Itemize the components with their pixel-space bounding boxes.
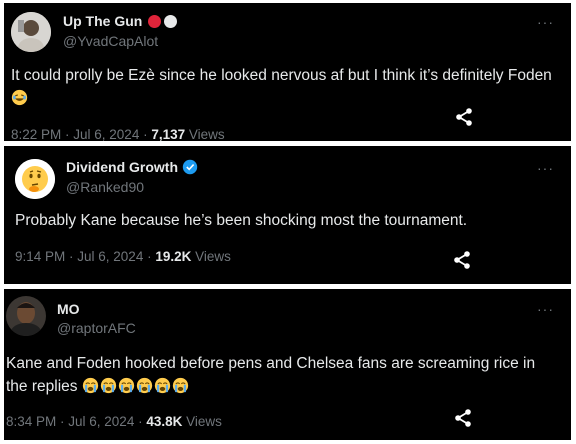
display-name[interactable]: MO: [57, 301, 80, 317]
view-count: 19.2K: [155, 249, 192, 264]
tweet-text: Probably Kane because he’s been shocking…: [15, 212, 468, 229]
views-label: Views: [188, 127, 225, 141]
views-label: Views: [195, 249, 231, 264]
avatar[interactable]: [6, 296, 46, 336]
laughing-emoji-icon: [11, 89, 28, 106]
tweet-card-3[interactable]: MO @raptorAFC ··· Kane and Foden hooked …: [4, 289, 571, 440]
timestamp[interactable]: 8:34 PM · Jul 6, 2024: [6, 414, 134, 429]
tweet-card-2[interactable]: Dividend Growth @Ranked90 ··· Probably K…: [4, 146, 571, 284]
more-options-icon[interactable]: ···: [537, 302, 554, 316]
loudly-crying-emoji-icon: [172, 377, 188, 394]
red-circle-emoji: [148, 14, 162, 28]
loudly-crying-emoji-icon: [118, 377, 134, 394]
avatar[interactable]: [15, 159, 55, 199]
share-icon[interactable]: [453, 408, 473, 428]
display-name[interactable]: Dividend Growth: [66, 159, 198, 175]
verified-badge-icon: [182, 159, 198, 175]
loudly-crying-emoji-icon: [154, 377, 170, 394]
loudly-crying-emoji-icon: [82, 377, 98, 394]
tweet-meta: 9:14 PM · Jul 6, 2024 · 19.2K Views: [15, 249, 231, 264]
share-icon[interactable]: [454, 107, 474, 127]
more-options-icon[interactable]: ···: [537, 15, 554, 29]
tweet-text: It could prolly be Ezè since he looked n…: [11, 64, 563, 110]
tweet-meta: 8:34 PM · Jul 6, 2024 · 43.8K Views: [6, 414, 222, 429]
username[interactable]: @raptorAFC: [57, 320, 136, 336]
timestamp[interactable]: 8:22 PM · Jul 6, 2024: [11, 127, 139, 141]
white-circle-emoji: [164, 14, 178, 28]
tweet-meta: 8:22 PM · Jul 6, 2024 · 7,137 Views: [11, 127, 225, 141]
tweet-card-1[interactable]: Up The Gun @YvadCapAlot ··· It could pro…: [4, 3, 571, 141]
tweet-text: Kane and Foden hooked before pens and Ch…: [6, 355, 536, 395]
loudly-crying-emoji-icon: [136, 377, 152, 394]
view-count: 7,137: [151, 127, 186, 141]
avatar[interactable]: [11, 12, 51, 52]
more-options-icon[interactable]: ···: [537, 161, 554, 175]
crying-emoji-group: [82, 377, 190, 395]
username[interactable]: @Ranked90: [66, 179, 144, 195]
views-label: Views: [186, 414, 222, 429]
view-count: 43.8K: [146, 414, 183, 429]
display-name[interactable]: Up The Gun: [63, 13, 178, 29]
loudly-crying-emoji-icon: [100, 377, 116, 394]
username[interactable]: @YvadCapAlot: [63, 33, 158, 49]
timestamp[interactable]: 9:14 PM · Jul 6, 2024: [15, 249, 143, 264]
share-icon[interactable]: [452, 250, 472, 270]
